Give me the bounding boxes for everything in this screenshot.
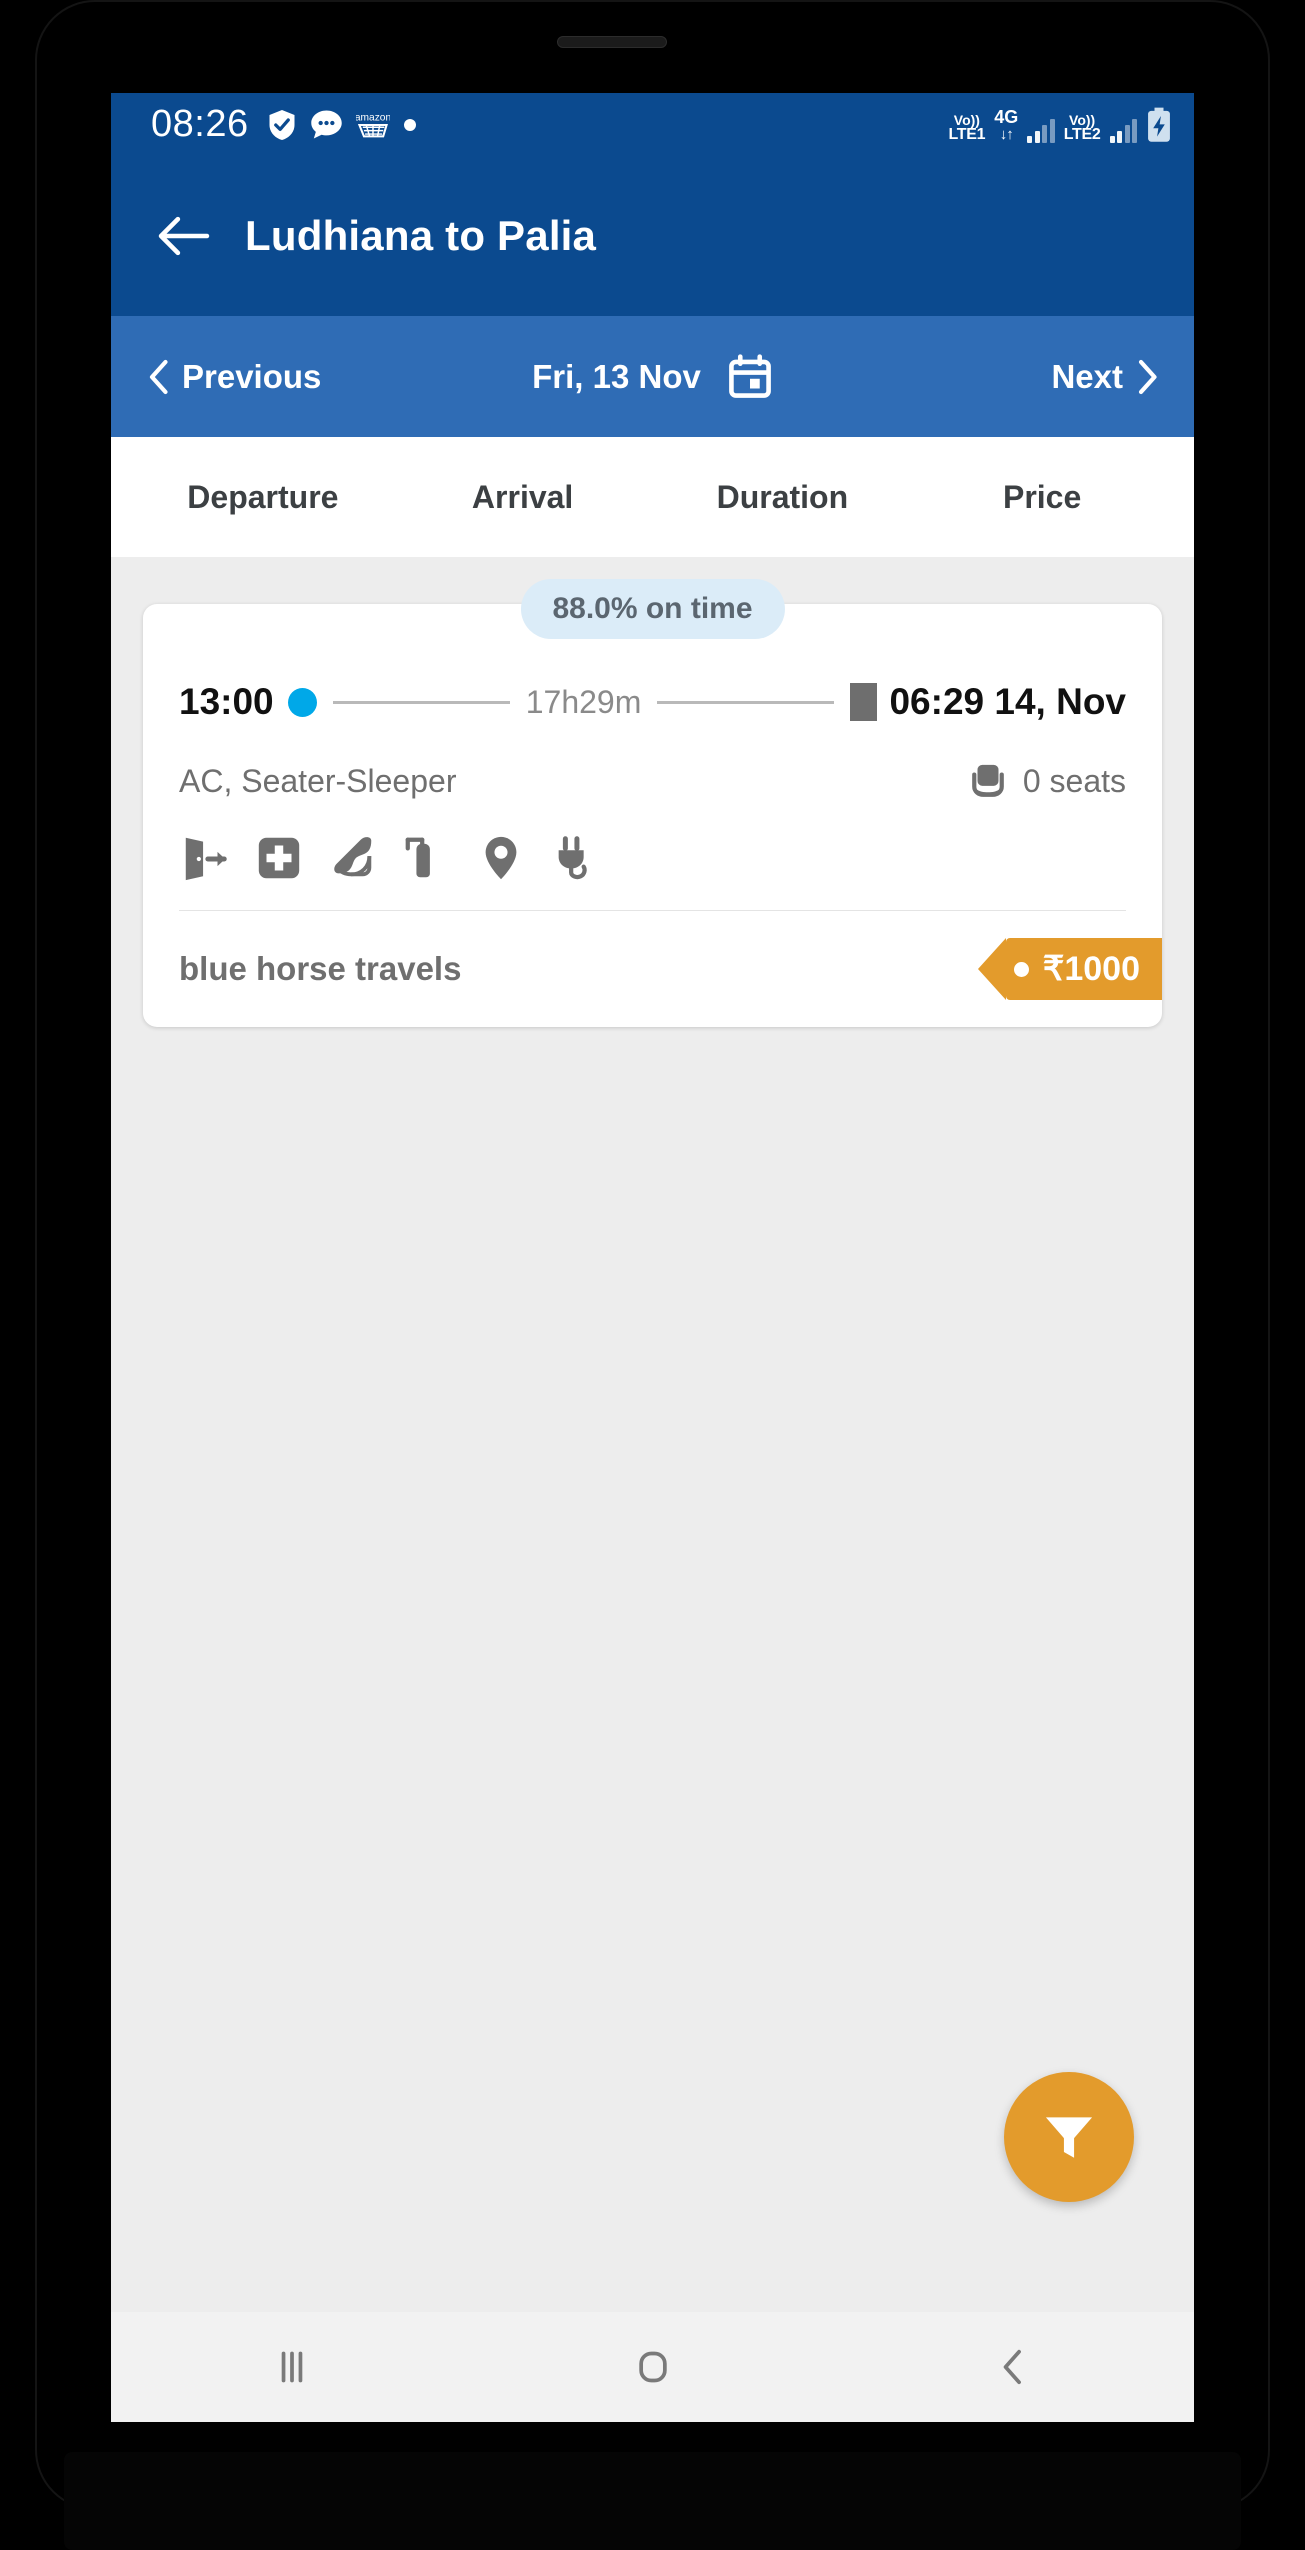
amazon-cart-icon: amazon	[356, 109, 390, 141]
home-icon[interactable]	[472, 2345, 833, 2389]
seats-group: 0 seats	[967, 760, 1126, 802]
bus-type-row: AC, Seater-Sleeper 0 seats	[179, 760, 1126, 802]
status-clock: 08:26	[151, 103, 249, 145]
recents-icon[interactable]	[111, 2345, 472, 2389]
tab-duration[interactable]: Duration	[653, 479, 913, 516]
amenities-row	[179, 832, 1126, 911]
previous-day-button[interactable]: Previous	[147, 358, 321, 396]
price-tag-body: ₹1000	[1005, 938, 1162, 1000]
first-aid-kit-icon	[253, 832, 305, 884]
status-badge-ontime: 88.0% on time	[520, 579, 785, 639]
earpiece-speaker	[557, 36, 667, 48]
phone-screen: 08:26 amazon Vo)) LTE1 4G ↓↑ Vo)) LTE2 L…	[111, 93, 1194, 2422]
tab-departure[interactable]: Departure	[133, 479, 393, 516]
live-tracking-pin-icon	[475, 832, 527, 884]
charging-battery-icon	[1146, 107, 1172, 143]
app-bar: Ludhiana to Palia	[111, 156, 1194, 316]
journey-duration: 17h29m	[525, 683, 642, 720]
shield-check-icon	[267, 108, 297, 142]
bus-type-label: AC, Seater-Sleeper	[179, 762, 457, 799]
next-day-label: Next	[1051, 357, 1123, 395]
page-title: Ludhiana to Palia	[245, 212, 597, 259]
signal-bars-1-icon	[1027, 118, 1055, 143]
timeline-line-right	[657, 700, 835, 704]
arrival-time: 06:29 14, Nov	[889, 681, 1126, 722]
departure-time: 13:00	[179, 681, 274, 722]
blanket-icon	[327, 832, 379, 884]
next-day-button[interactable]: Next	[1051, 358, 1158, 396]
previous-day-label: Previous	[182, 357, 322, 395]
seats-available-label: 0 seats	[1022, 762, 1126, 799]
seat-icon	[967, 760, 1009, 802]
bus-result-card[interactable]: 13:00 17h29m 06:29 14, Nov AC, Seater-Sl…	[143, 604, 1162, 1027]
tab-price[interactable]: Price	[912, 479, 1172, 516]
calendar-icon[interactable]	[727, 353, 773, 400]
back-arrow-icon[interactable]	[145, 197, 223, 275]
fire-extinguisher-icon	[401, 832, 453, 884]
volte2-icon: Vo)) LTE2	[1063, 111, 1101, 143]
price-value: ₹1000	[1042, 950, 1140, 988]
price-tag[interactable]: ₹1000	[977, 938, 1162, 1000]
price-tag-point-icon	[977, 938, 1006, 1000]
volte1-icon: Vo)) LTE1	[948, 111, 986, 143]
chevron-right-icon	[1138, 359, 1157, 394]
svg-text:amazon: amazon	[356, 112, 390, 123]
tab-arrival[interactable]: Arrival	[393, 479, 653, 516]
price-tag-hole-icon	[1013, 961, 1029, 977]
emergency-exit-icon	[179, 832, 231, 884]
android-nav-bar	[111, 2312, 1194, 2422]
timeline-line-left	[332, 700, 510, 704]
device-frame: 08:26 amazon Vo)) LTE1 4G ↓↑ Vo)) LTE2 L…	[0, 0, 1305, 2550]
filter-button[interactable]	[1004, 2072, 1134, 2202]
chat-bubble-icon	[310, 108, 343, 141]
back-chevron-icon[interactable]	[833, 2345, 1194, 2389]
filter-funnel-icon	[1039, 2107, 1099, 2167]
signal-bars-2-icon	[1109, 118, 1137, 143]
charging-point-icon	[549, 832, 601, 884]
departure-dot-icon	[287, 687, 317, 717]
status-left-icons: amazon	[267, 108, 417, 142]
sort-tabs: Departure Arrival Duration Price	[111, 437, 1194, 557]
chevron-left-icon	[149, 359, 168, 394]
operator-name: blue horse travels	[179, 950, 462, 987]
date-navigation-bar: Previous Fri, 13 Nov Next	[111, 316, 1194, 437]
arrival-square-icon	[850, 683, 878, 721]
operator-row: blue horse travels ₹1000	[179, 911, 1162, 1027]
results-area: 88.0% on time 13:00 17h29m 06:29 14, Nov…	[111, 557, 1194, 2312]
current-date-label: Fri, 13 Nov	[532, 357, 701, 395]
bottom-bezel	[64, 2452, 1241, 2550]
data-4g-icon: 4G ↓↑	[994, 106, 1019, 143]
status-right-icons: Vo)) LTE1 4G ↓↑ Vo)) LTE2	[949, 107, 1172, 143]
status-bar: 08:26 amazon Vo)) LTE1 4G ↓↑ Vo)) LTE2	[111, 93, 1194, 156]
dot-icon	[403, 118, 417, 132]
journey-timeline: 13:00 17h29m 06:29 14, Nov	[179, 666, 1126, 738]
